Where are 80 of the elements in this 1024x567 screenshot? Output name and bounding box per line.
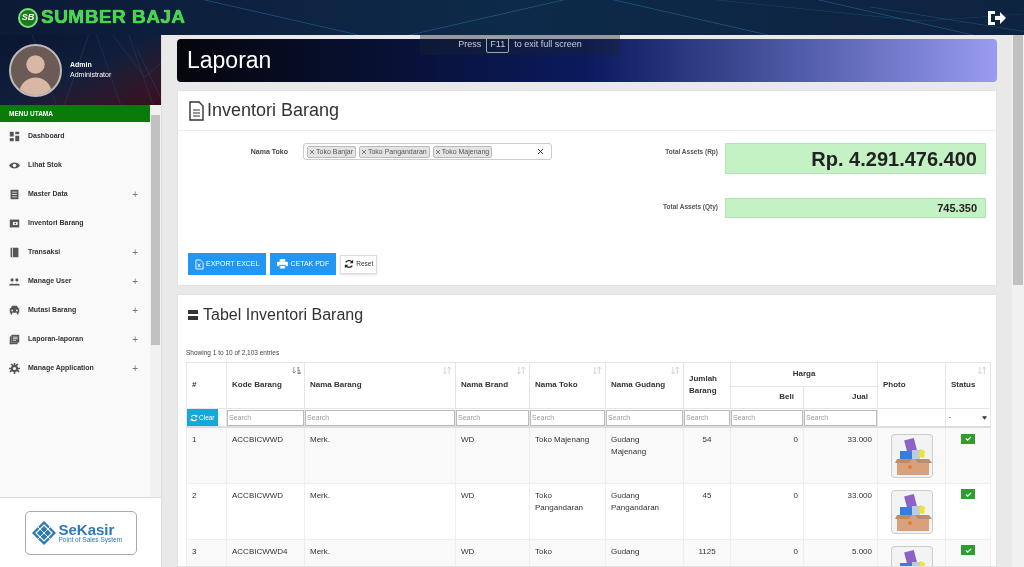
eye-icon <box>9 160 20 171</box>
card-title: Inventori Barang <box>207 99 340 122</box>
expand-toggle[interactable]: + <box>132 187 141 202</box>
document-icon <box>188 100 205 121</box>
list-icon <box>9 189 20 200</box>
table-cell: ACCBICWWD <box>226 427 305 484</box>
column-header[interactable]: Status <box>945 362 991 409</box>
table-cell: Gudang Pangandaran <box>605 483 684 540</box>
column-header[interactable]: Kode Barang <box>226 362 305 409</box>
table-cell: 33.000 <box>803 427 878 484</box>
column-header[interactable]: Beli <box>730 386 804 409</box>
table-cell: 45 <box>683 483 731 540</box>
refresh-icon <box>190 413 198 422</box>
printer-icon <box>277 259 289 269</box>
sort-icon[interactable] <box>671 366 680 374</box>
column-header[interactable]: # <box>186 362 227 409</box>
page-title: Laporan <box>187 46 272 76</box>
users-icon <box>9 276 20 287</box>
dashboard-icon <box>9 131 20 142</box>
total-value: 745.350 <box>725 198 986 218</box>
excel-file-icon <box>195 258 204 270</box>
key-label: F11 <box>486 37 510 53</box>
sort-icon[interactable] <box>978 366 987 374</box>
table-cell: Toko Majenang <box>529 427 606 484</box>
table-cell: 33.000 <box>803 483 878 540</box>
total-value: Rp. 4.291.476.400 <box>725 143 986 174</box>
settings-icon <box>9 363 20 374</box>
table-cell: 0 <box>730 427 804 484</box>
column-header[interactable]: Photo <box>877 362 946 409</box>
card-title: Tabel Inventori Barang <box>203 305 364 325</box>
logout-icon[interactable] <box>986 8 1006 27</box>
column-header[interactable]: Nama Brand <box>455 362 530 409</box>
logo-icon: SB <box>18 7 38 28</box>
scrollbar-thumb[interactable] <box>1013 35 1023 285</box>
documents-icon <box>9 334 20 345</box>
sort-icon[interactable] <box>593 366 602 374</box>
table-cell: 0 <box>730 483 804 540</box>
wallet-icon <box>9 218 20 229</box>
refresh-icon <box>344 259 355 269</box>
caret-icon <box>982 415 987 420</box>
column-header[interactable]: Nama Gudang <box>605 362 684 409</box>
sort-icon[interactable] <box>443 366 452 374</box>
remove-icon[interactable] <box>435 149 440 154</box>
book-icon <box>9 247 20 258</box>
column-header[interactable]: Nama Barang <box>304 362 456 409</box>
avatar-icon <box>9 43 62 97</box>
table-cell: ACCBICWWD <box>226 483 305 540</box>
diamond-icon <box>31 520 56 545</box>
expand-toggle[interactable]: + <box>132 303 141 318</box>
table-cell: Toko Pangandaran <box>529 483 606 540</box>
brand-name: SUMBER BAJA <box>41 5 186 30</box>
table-cell: 54 <box>683 427 731 484</box>
scrollbar-thumb[interactable] <box>151 115 160 345</box>
sort-icon[interactable] <box>292 366 301 374</box>
expand-toggle[interactable]: + <box>132 332 141 347</box>
server-icon <box>188 310 198 320</box>
column-header[interactable]: Jumlah Barang <box>683 362 731 409</box>
remove-icon[interactable] <box>361 149 366 154</box>
expand-toggle[interactable]: + <box>132 274 141 289</box>
table-cell: 1 <box>186 427 227 484</box>
clear-icon[interactable] <box>538 149 543 154</box>
table-cell: Merk. <box>304 427 456 484</box>
remove-icon[interactable] <box>310 149 314 154</box>
table-cell: Merk. <box>304 483 456 540</box>
expand-toggle[interactable]: + <box>132 361 141 376</box>
notice-text: Press <box>458 38 482 52</box>
column-header[interactable]: Harga <box>730 362 878 387</box>
table-cell: Gudang Majenang <box>605 427 684 484</box>
sort-icon[interactable] <box>517 366 526 374</box>
notice-text: to exit full screen <box>514 38 582 52</box>
table-cell: WD <box>455 427 530 484</box>
table-cell: 3 <box>186 539 227 566</box>
scrollbar[interactable] <box>150 105 161 497</box>
sekasir-name: SeKasir <box>58 521 115 537</box>
car-icon <box>9 305 20 316</box>
expand-toggle[interactable]: + <box>132 245 141 260</box>
table-cell: WD <box>455 483 530 540</box>
column-header[interactable]: Nama Toko <box>529 362 606 409</box>
table-cell: 2 <box>186 483 227 540</box>
scrollbar[interactable] <box>1012 35 1024 567</box>
